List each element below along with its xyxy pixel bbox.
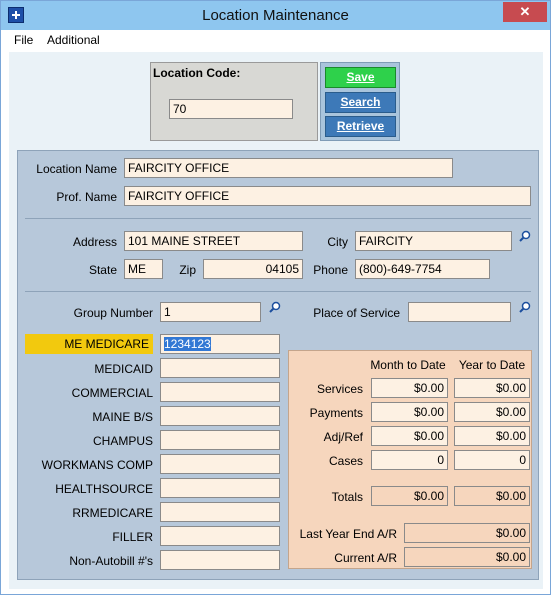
city-lookup-icon[interactable] [519, 230, 531, 242]
menu-file[interactable]: File [14, 33, 33, 47]
city-field[interactable]: FAIRCITY [355, 231, 512, 251]
search-button[interactable]: Search [325, 92, 396, 113]
billing-field-maine-bs[interactable] [160, 406, 280, 426]
billing-label-healthsource: HEALTHSOURCE [55, 482, 153, 496]
totals-label: Totals [331, 490, 363, 504]
phone-field[interactable]: (800)-649-7754 [355, 259, 490, 279]
services-mtd-field[interactable]: $0.00 [371, 378, 448, 398]
retrieve-button[interactable]: Retrieve [325, 116, 396, 137]
action-buttons: Save Search Retrieve [320, 62, 400, 141]
adj-ref-label: Adj/Ref [323, 430, 363, 444]
last-year-end-ar-label: Last Year End A/R [299, 527, 397, 541]
billing-label-maine-bs: MAINE B/S [92, 410, 153, 424]
title-bar: Location Maintenance ✕ [1, 1, 550, 30]
city-label: City [327, 235, 348, 249]
place-of-service-lookup-icon[interactable] [519, 301, 531, 313]
current-ar-field: $0.00 [404, 547, 530, 567]
zip-label: Zip [179, 263, 196, 277]
location-code-box: Location Code: 70 [150, 62, 318, 141]
prof-name-field[interactable]: FAIRCITY OFFICE [124, 186, 531, 206]
billing-field-me-medicare[interactable]: 1234123 [160, 334, 280, 354]
year-to-date-header: Year to Date [458, 358, 526, 372]
location-name-label: Location Name [36, 162, 117, 176]
group-number-label: Group Number [73, 306, 153, 320]
adj-ref-mtd-field[interactable]: $0.00 [371, 426, 448, 446]
cases-ytd-field[interactable]: 0 [454, 450, 530, 470]
group-lookup-icon[interactable] [269, 301, 281, 313]
address-label: Address [72, 235, 117, 249]
divider [25, 218, 531, 219]
billing-field-rrmedicare[interactable] [160, 502, 280, 522]
state-field[interactable]: ME [124, 259, 163, 279]
payments-label: Payments [309, 406, 363, 420]
billing-label-champus: CHAMPUS [92, 434, 153, 448]
cases-label: Cases [328, 454, 363, 468]
group-number-field[interactable]: 1 [160, 302, 261, 322]
billing-label-medicaid: MEDICAID [94, 362, 153, 376]
location-maintenance-window: Location Maintenance ✕ File Additional L… [0, 0, 551, 595]
save-button[interactable]: Save [325, 67, 396, 88]
location-name-field[interactable]: FAIRCITY OFFICE [124, 158, 453, 178]
state-label: State [88, 263, 117, 277]
close-button[interactable]: ✕ [503, 2, 547, 22]
menu-bar: File Additional [1, 30, 550, 51]
place-of-service-field[interactable] [408, 302, 511, 322]
billing-label-non-autobill: Non-Autobill #'s [69, 554, 153, 568]
payments-ytd-field[interactable]: $0.00 [454, 402, 530, 422]
billing-field-workmans-comp[interactable] [160, 454, 280, 474]
current-ar-label: Current A/R [334, 551, 397, 565]
prof-name-label: Prof. Name [56, 190, 117, 204]
billing-label-filler: FILLER [112, 530, 153, 544]
totals-mtd-field: $0.00 [371, 486, 448, 506]
last-year-end-ar-field: $0.00 [404, 523, 530, 543]
payments-mtd-field[interactable]: $0.00 [371, 402, 448, 422]
billing-field-filler[interactable] [160, 526, 280, 546]
billing-field-commercial[interactable] [160, 382, 280, 402]
billing-field-champus[interactable] [160, 430, 280, 450]
services-label: Services [316, 382, 363, 396]
month-to-date-header: Month to Date [370, 358, 446, 372]
divider [25, 291, 531, 292]
billing-label-workmans-comp: WORKMANS COMP [41, 458, 153, 472]
zip-field[interactable]: 04105 [203, 259, 303, 279]
billing-field-medicaid[interactable] [160, 358, 280, 378]
billing-label-commercial: COMMERCIAL [71, 386, 153, 400]
billing-label-rrmedicare: RRMEDICARE [72, 506, 153, 520]
location-code-input[interactable]: 70 [169, 99, 293, 119]
selected-text: 1234123 [164, 337, 211, 351]
address-field[interactable]: 101 MAINE STREET [124, 231, 303, 251]
window-title: Location Maintenance [202, 7, 349, 24]
adj-ref-ytd-field[interactable]: $0.00 [454, 426, 530, 446]
place-of-service-label: Place of Service [313, 306, 400, 320]
billing-label-me-medicare: ME MEDICARE [25, 334, 153, 354]
totals-ytd-field: $0.00 [454, 486, 530, 506]
services-ytd-field[interactable]: $0.00 [454, 378, 530, 398]
billing-field-healthsource[interactable] [160, 478, 280, 498]
location-code-label: Location Code: [153, 66, 241, 80]
menu-additional[interactable]: Additional [47, 33, 100, 47]
phone-label: Phone [313, 263, 348, 277]
billing-field-non-autobill[interactable] [160, 550, 280, 570]
cases-mtd-field[interactable]: 0 [371, 450, 448, 470]
